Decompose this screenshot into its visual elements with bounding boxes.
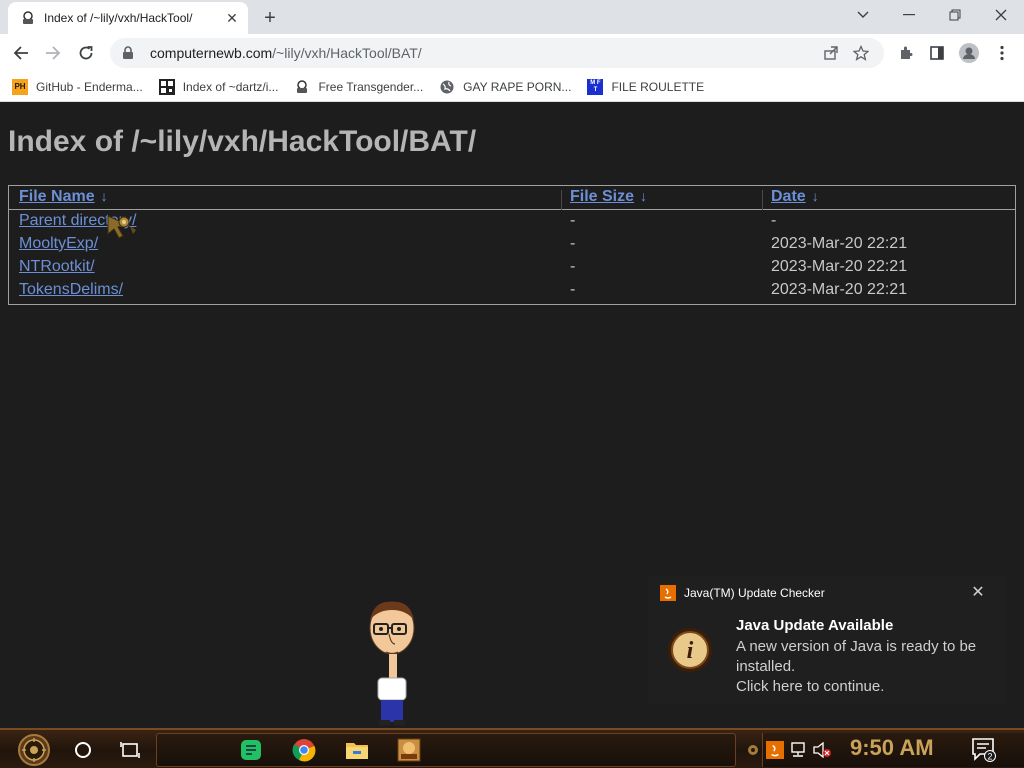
forward-button[interactable]: [40, 40, 66, 66]
tab-strip: Index of /~lily/vxh/HackTool/ ✕ +: [0, 0, 1024, 34]
extensions-icon[interactable]: [893, 40, 919, 66]
table-header: File Name ↓ File Size ↓ Date ↓: [9, 188, 1015, 210]
share-icon[interactable]: [818, 40, 844, 66]
sort-by-date-link[interactable]: Date ↓: [771, 188, 828, 205]
taskbar-clock[interactable]: 9:50 AM: [850, 735, 934, 761]
search-button[interactable]: [66, 734, 100, 766]
close-notification-icon[interactable]: ✕: [968, 582, 988, 602]
reload-button[interactable]: [73, 40, 99, 66]
close-window-button[interactable]: [986, 4, 1016, 26]
folder-link-ntrootkit[interactable]: NTRootkit/: [19, 258, 95, 275]
sort-arrow-icon: ↓: [640, 188, 648, 204]
taskbar-app-notes[interactable]: [236, 735, 266, 765]
back-button[interactable]: [8, 40, 34, 66]
browser-toolbar: computernewb.com/~lily/vxh/HackTool/BAT/: [0, 34, 1024, 72]
steampunk-cursor-icon: [107, 215, 136, 239]
cyborg-favicon-icon: [20, 10, 36, 26]
file-listing-table: File Name ↓ File Size ↓ Date ↓ Parent direc…: [8, 185, 1016, 305]
java-icon: [660, 585, 676, 601]
cyborg-icon: [294, 79, 310, 95]
file-size: -: [570, 281, 576, 298]
bookmark-star-icon[interactable]: [848, 40, 874, 66]
chrome-icon: [292, 739, 316, 762]
taskbar-app-tesbox[interactable]: [394, 735, 424, 765]
file-size: -: [570, 258, 576, 275]
notification-title: Java Update Available: [736, 617, 894, 634]
java-update-notification[interactable]: Java(TM) Update Checker ✕ i Java Update …: [648, 576, 1006, 704]
volume-muted-icon[interactable]: [807, 735, 837, 765]
green-notes-icon: [241, 740, 261, 760]
sort-arrow-icon: ↓: [811, 188, 819, 204]
table-row: MooltyExp/ - 2023-Mar-20 22:21: [9, 235, 1015, 258]
notification-body: A new version of Java is ready to be ins…: [736, 638, 977, 695]
close-tab-icon[interactable]: ✕: [224, 10, 240, 26]
bookmark-dartz[interactable]: Index of ~dartz/i...: [158, 78, 278, 95]
info-glyph: i: [687, 638, 694, 664]
qr-icon: [158, 78, 175, 95]
info-icon: i: [668, 628, 712, 672]
start-button[interactable]: [8, 734, 60, 766]
notification-count-badge: 2: [987, 752, 992, 762]
notification-app-name: Java(TM) Update Checker: [684, 586, 825, 600]
bookmark-github[interactable]: PH GitHub - Enderma...: [12, 78, 143, 95]
action-center-icon[interactable]: 2: [970, 736, 996, 762]
sort-by-name-link[interactable]: File Name ↓: [19, 188, 117, 205]
bookmark-globe-link[interactable]: GAY RAPE PORN...: [439, 79, 571, 95]
table-row: TokensDelims/ - 2023-Mar-20 22:21: [9, 281, 1015, 304]
new-tab-button[interactable]: +: [258, 6, 282, 30]
file-size: -: [570, 212, 576, 229]
bookmark-file-roulette[interactable]: M FT FILE ROULETTE: [587, 78, 704, 95]
address-bar[interactable]: computernewb.com/~lily/vxh/HackTool/BAT/: [110, 38, 884, 68]
task-view-icon: [120, 742, 140, 758]
url-text: computernewb.com/~lily/vxh/HackTool/BAT/: [150, 45, 422, 61]
globe-icon: [439, 79, 455, 95]
side-panel-icon[interactable]: [924, 40, 950, 66]
sort-by-size-link[interactable]: File Size ↓: [570, 188, 656, 205]
task-view-button[interactable]: [112, 734, 148, 766]
taskbar-app-file-explorer[interactable]: [342, 735, 372, 765]
desktop-buddy-character[interactable]: [362, 600, 422, 726]
table-row: Parent directory/ - -: [9, 212, 1015, 235]
restore-button[interactable]: [940, 4, 970, 26]
file-date: -: [771, 212, 777, 229]
profile-avatar-icon[interactable]: [956, 40, 982, 66]
tes-box-icon: [397, 738, 421, 762]
page-title: Index of /~lily/vxh/HackTool/BAT/: [8, 125, 477, 158]
minimize-button[interactable]: [894, 4, 924, 26]
lock-icon[interactable]: [120, 45, 136, 61]
bookmarks-bar: PH GitHub - Enderma... Index of ~dartz/i…: [0, 72, 1024, 102]
cortana-circle-icon: [75, 742, 91, 758]
folder-icon: [346, 743, 368, 759]
steampunk-start-orb-icon: [18, 734, 50, 766]
active-tab[interactable]: Index of /~lily/vxh/HackTool/ ✕: [8, 2, 248, 34]
sort-arrow-icon: ↓: [100, 188, 108, 204]
more-menu-icon[interactable]: [989, 40, 1015, 66]
file-date: 2023-Mar-20 22:21: [771, 281, 908, 298]
tab-search-icon[interactable]: [848, 4, 878, 26]
tab-title: Index of /~lily/vxh/HackTool/: [44, 11, 193, 25]
file-size: -: [570, 235, 576, 252]
mft-icon: M FT: [587, 78, 604, 95]
file-date: 2023-Mar-20 22:21: [771, 258, 908, 275]
bookmark-free-transgender[interactable]: Free Transgender...: [294, 79, 423, 95]
folder-link-mooltyexp[interactable]: MooltyExp/: [19, 235, 98, 252]
taskbar-app-chrome[interactable]: [289, 735, 319, 765]
file-date: 2023-Mar-20 22:21: [771, 235, 908, 252]
ph-icon: PH: [12, 78, 28, 95]
table-row: NTRootkit/ - 2023-Mar-20 22:21: [9, 258, 1015, 281]
folder-link-tokensdelims[interactable]: TokensDelims/: [19, 281, 123, 298]
